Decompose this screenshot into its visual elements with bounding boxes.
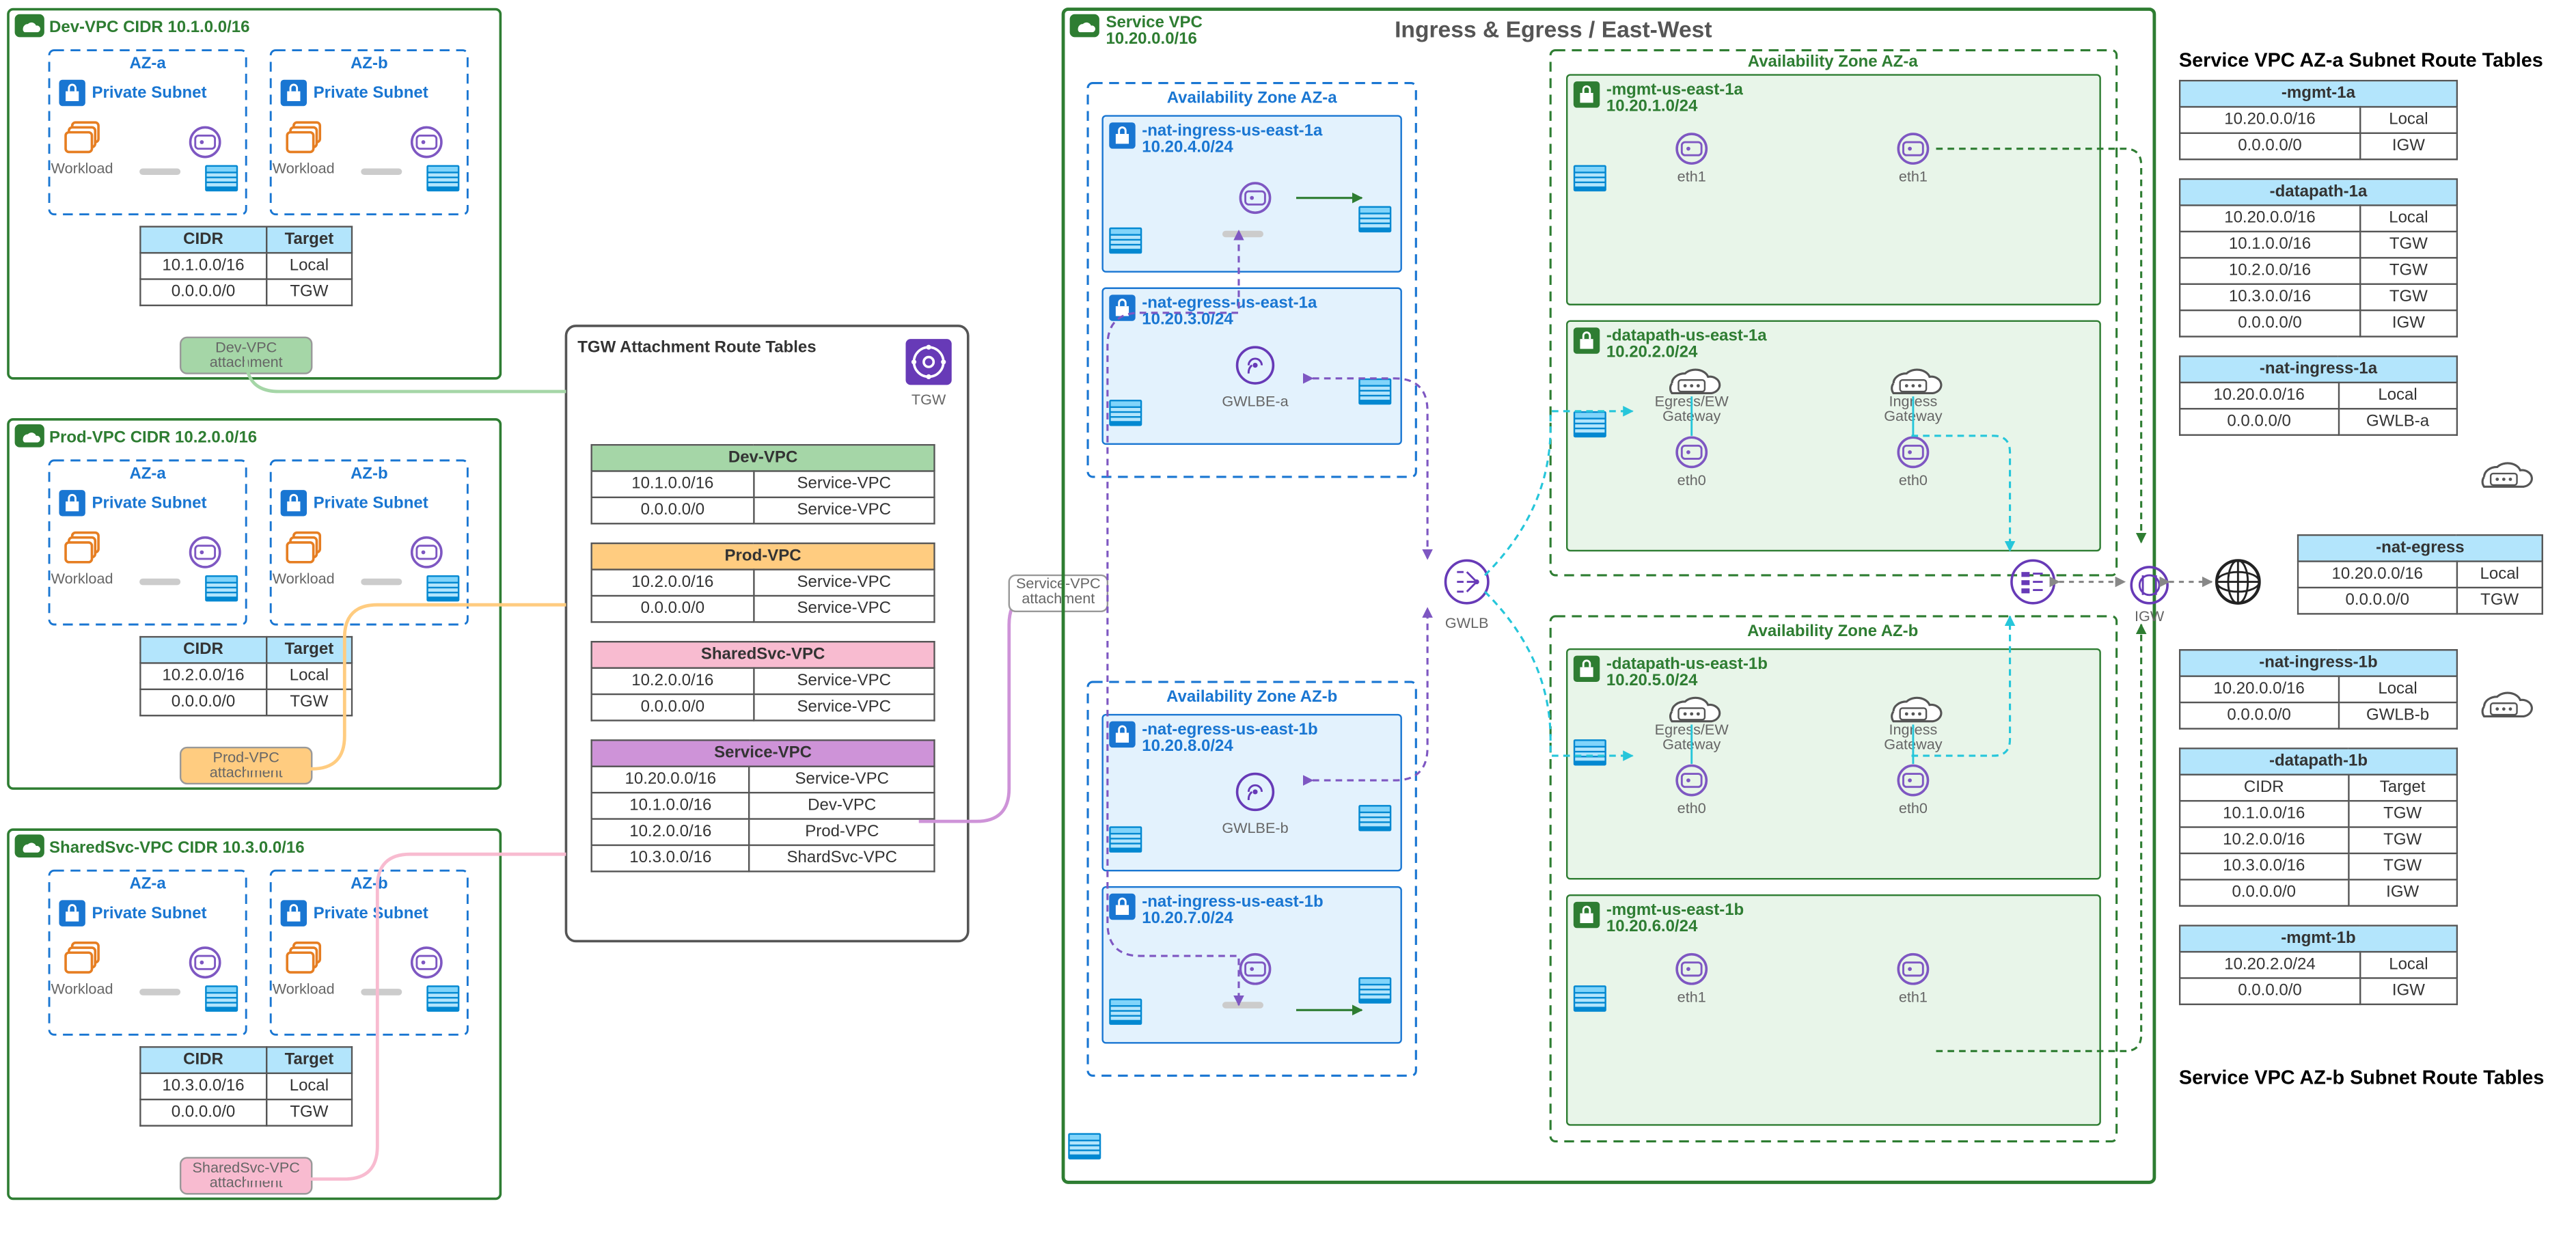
conn-svc <box>919 592 1075 821</box>
svg-text:AZ-a: AZ-a <box>129 875 166 893</box>
svg-text:eth1: eth1 <box>1899 168 1928 185</box>
svg-text:Private Subnet: Private Subnet <box>314 494 428 512</box>
svg-text:-mgmt-us-east-1a: -mgmt-us-east-1a <box>1606 80 1744 98</box>
svg-text:eth0: eth0 <box>1899 799 1928 816</box>
svg-text:-mgmt-us-east-1b: -mgmt-us-east-1b <box>1606 901 1744 919</box>
svg-text:SharedSvc-VPC CIDR 10.3.0.0/: SharedSvc-VPC CIDR 10.3.0.0/16 <box>49 838 305 857</box>
svg-text:AZ-b: AZ-b <box>351 875 388 893</box>
svg-text:Workload: Workload <box>51 570 113 587</box>
svc-cidr: 10.20.0.0/16 <box>1106 29 1196 48</box>
svg-text:-nat-ingress-us-east-1b: -nat-ingress-us-east-1b <box>1142 892 1323 911</box>
svg-text:10.20.7.0/24: 10.20.7.0/24 <box>1142 909 1233 927</box>
svg-text:Prod-VPC CIDR 10.2.0.0/16: Prod-VPC CIDR 10.2.0.0/16 <box>49 428 257 446</box>
svg-text:-datapath-us-east-1a: -datapath-us-east-1a <box>1606 327 1767 345</box>
svg-text:Workload: Workload <box>51 980 113 997</box>
svg-text:Workload: Workload <box>273 570 335 587</box>
svg-text:AZ-a: AZ-a <box>129 54 166 72</box>
svg-text:10.20.6.0/24: 10.20.6.0/24 <box>1606 917 1698 935</box>
diagram-canvas: Dev-VPC CIDR 10.1.0.0/16 AZ-a Private Subn… <box>0 0 2576 1249</box>
svg-text:Workload: Workload <box>51 160 113 177</box>
svg-text:GWLBE-b: GWLBE-b <box>1222 819 1288 836</box>
rt--nat-ingress-1b: -nat-ingress-1b10.20.0.0/16Local0.0.0.0/… <box>2179 649 2458 760</box>
svc-rt-b-title: Service VPC AZ-b Subnet Route Tables <box>2179 1067 2544 1088</box>
rt--datapath-1a: -datapath-1a10.20.0.0/16Local10.1.0.0/16… <box>2179 178 2458 369</box>
tgw-SharedSvc-VPC: SharedSvc-VPC10.2.0.0/16Service-VPC0.0.0… <box>590 641 935 752</box>
svg-text:-nat-egress-us-east-1b: -nat-egress-us-east-1b <box>1142 720 1317 739</box>
rt--nat-ingress-1a: -nat-ingress-1a10.20.0.0/16Local0.0.0.0/… <box>2179 355 2458 467</box>
rt--mgmt-1b: -mgmt-1b10.20.2.0/24Local0.0.0.0/0IGW <box>2179 924 2458 1036</box>
svg-text:eth1: eth1 <box>1677 168 1706 185</box>
svg-text:-nat-egress-us-east-1a: -nat-egress-us-east-1a <box>1142 294 1317 312</box>
tgw-icon <box>906 339 952 385</box>
svg-text:AZ-b: AZ-b <box>351 464 388 482</box>
igw-icon <box>2131 567 2167 603</box>
igw-label: IGW <box>2135 607 2165 624</box>
svc-rt-icon <box>1068 1133 1101 1159</box>
svg-text:Private Subnet: Private Subnet <box>314 83 428 102</box>
Prod-VPC-rt: CIDRTarget10.2.0.0/16Local0.0.0.0/0TGW <box>139 636 353 735</box>
tgw-label: TGW <box>912 391 946 408</box>
svg-text:-nat-ingress-us-east-1a: -nat-ingress-us-east-1a <box>1142 121 1323 139</box>
svg-text:attachment: attachment <box>210 763 283 780</box>
svg-text:Private Subnet: Private Subnet <box>92 904 206 922</box>
svg-text:attachment: attachment <box>210 1174 283 1191</box>
svg-text:AZ-a: AZ-a <box>129 464 166 482</box>
vpce-icon <box>2012 560 2054 603</box>
svg-text:GWLBE-a: GWLBE-a <box>1222 393 1289 410</box>
svg-text:10.20.8.0/24: 10.20.8.0/24 <box>1142 737 1233 755</box>
mini-fw-b <box>2482 693 2532 716</box>
svg-text:Dev-VPC CIDR 10.1.0.0/16: Dev-VPC CIDR 10.1.0.0/16 <box>49 18 249 36</box>
svg-text:10.20.4.0/24: 10.20.4.0/24 <box>1142 137 1233 156</box>
gwlb-icon <box>1446 560 1488 603</box>
svg-text:Private Subnet: Private Subnet <box>92 494 206 512</box>
az-a-lbl-r: Availability Zone AZ-a <box>1748 53 1919 71</box>
Dev-VPC-rt: CIDRTarget10.1.0.0/16Local0.0.0.0/0TGW <box>139 225 353 324</box>
rt--mgmt-1a: -mgmt-1a10.20.0.0/16Local0.0.0.0/0IGW <box>2179 80 2458 191</box>
svg-text:eth0: eth0 <box>1677 471 1706 489</box>
svc-cloud-icon <box>1070 14 1099 38</box>
svg-text:10.20.5.0/24: 10.20.5.0/24 <box>1606 671 1698 689</box>
SharedSvc-VPC-rt: CIDRTarget10.3.0.0/16Local0.0.0.0/0TGW <box>139 1046 353 1144</box>
svc-name: Service VPC <box>1106 13 1202 31</box>
svg-text:Workload: Workload <box>273 160 335 177</box>
tgw-Prod-VPC: Prod-VPC10.2.0.0/16Service-VPC0.0.0.0/0S… <box>590 543 935 654</box>
rt--datapath-1b: -datapath-1bCIDRTarget10.1.0.0/16TGW10.2… <box>2179 747 2458 938</box>
svg-text:eth1: eth1 <box>1899 988 1928 1005</box>
svg-text:10.20.2.0/24: 10.20.2.0/24 <box>1606 343 1698 361</box>
svg-text:10.20.1.0/24: 10.20.1.0/24 <box>1606 96 1698 115</box>
gwlb-label: GWLB <box>1445 614 1489 631</box>
tgw-Dev-VPC: Dev-VPC10.1.0.0/16Service-VPC0.0.0.0/0Se… <box>590 444 935 555</box>
svg-text:Private Subnet: Private Subnet <box>92 83 206 102</box>
az-b-lbl-r: Availability Zone AZ-b <box>1747 622 1918 640</box>
svc-att-l2: attachment <box>1022 590 1095 607</box>
az-a-lbl-l: Availability Zone AZ-a <box>1167 88 1338 107</box>
rt-nat-egress: -nat-egress10.20.0.0/16Local0.0.0.0/0TGW <box>2297 534 2543 646</box>
svg-text:Private Subnet: Private Subnet <box>314 904 428 922</box>
az-b-lbl-l: Availability Zone AZ-b <box>1166 687 1337 706</box>
svc-heading: Ingress & Egress / East-West <box>1395 17 1712 42</box>
tgw-title: TGW Attachment Route Tables <box>577 338 816 356</box>
svg-text:eth0: eth0 <box>1677 799 1706 816</box>
internet-icon <box>2217 560 2259 603</box>
mini-fw-a <box>2482 463 2532 486</box>
svg-text:-datapath-us-east-1b: -datapath-us-east-1b <box>1606 655 1768 673</box>
tgw-Service-VPC: Service-VPC10.20.0.0/16Service-VPC10.1.0… <box>590 739 935 903</box>
svg-text:eth0: eth0 <box>1899 471 1928 489</box>
svg-text:AZ-b: AZ-b <box>351 54 388 72</box>
svc-rt-a-title: Service VPC AZ-a Subnet Route Tables <box>2179 50 2543 72</box>
svg-text:Workload: Workload <box>273 980 335 997</box>
svg-text:eth1: eth1 <box>1677 988 1706 1005</box>
